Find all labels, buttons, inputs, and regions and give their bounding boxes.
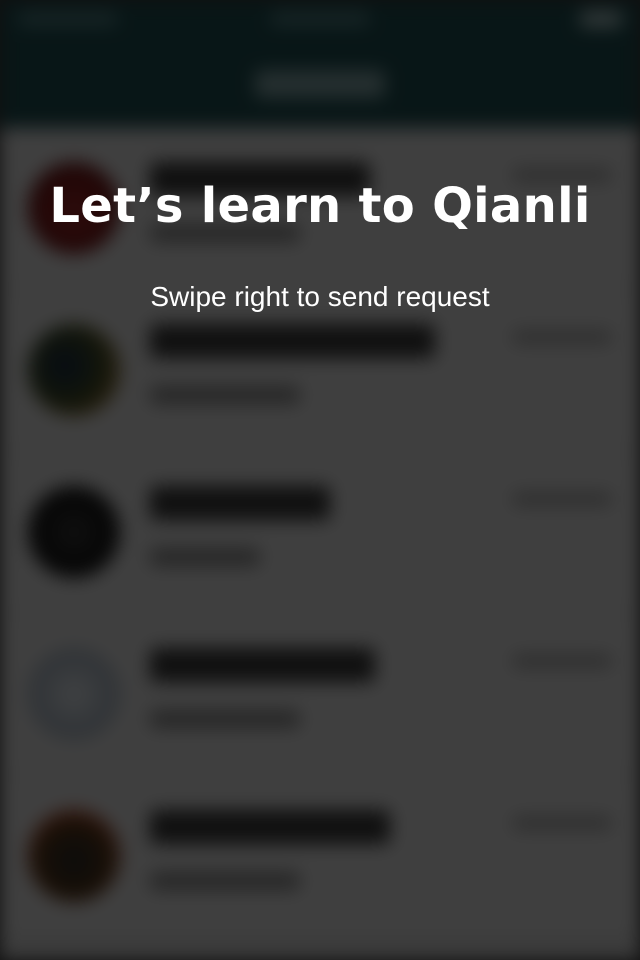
overlay-subtitle: Swipe right to send request [150, 281, 490, 312]
overlay-title: Let’s learn to Qianli [49, 178, 591, 234]
onboarding-overlay[interactable]: Let’s learn to Qianli Swipe right to sen… [0, 0, 640, 960]
